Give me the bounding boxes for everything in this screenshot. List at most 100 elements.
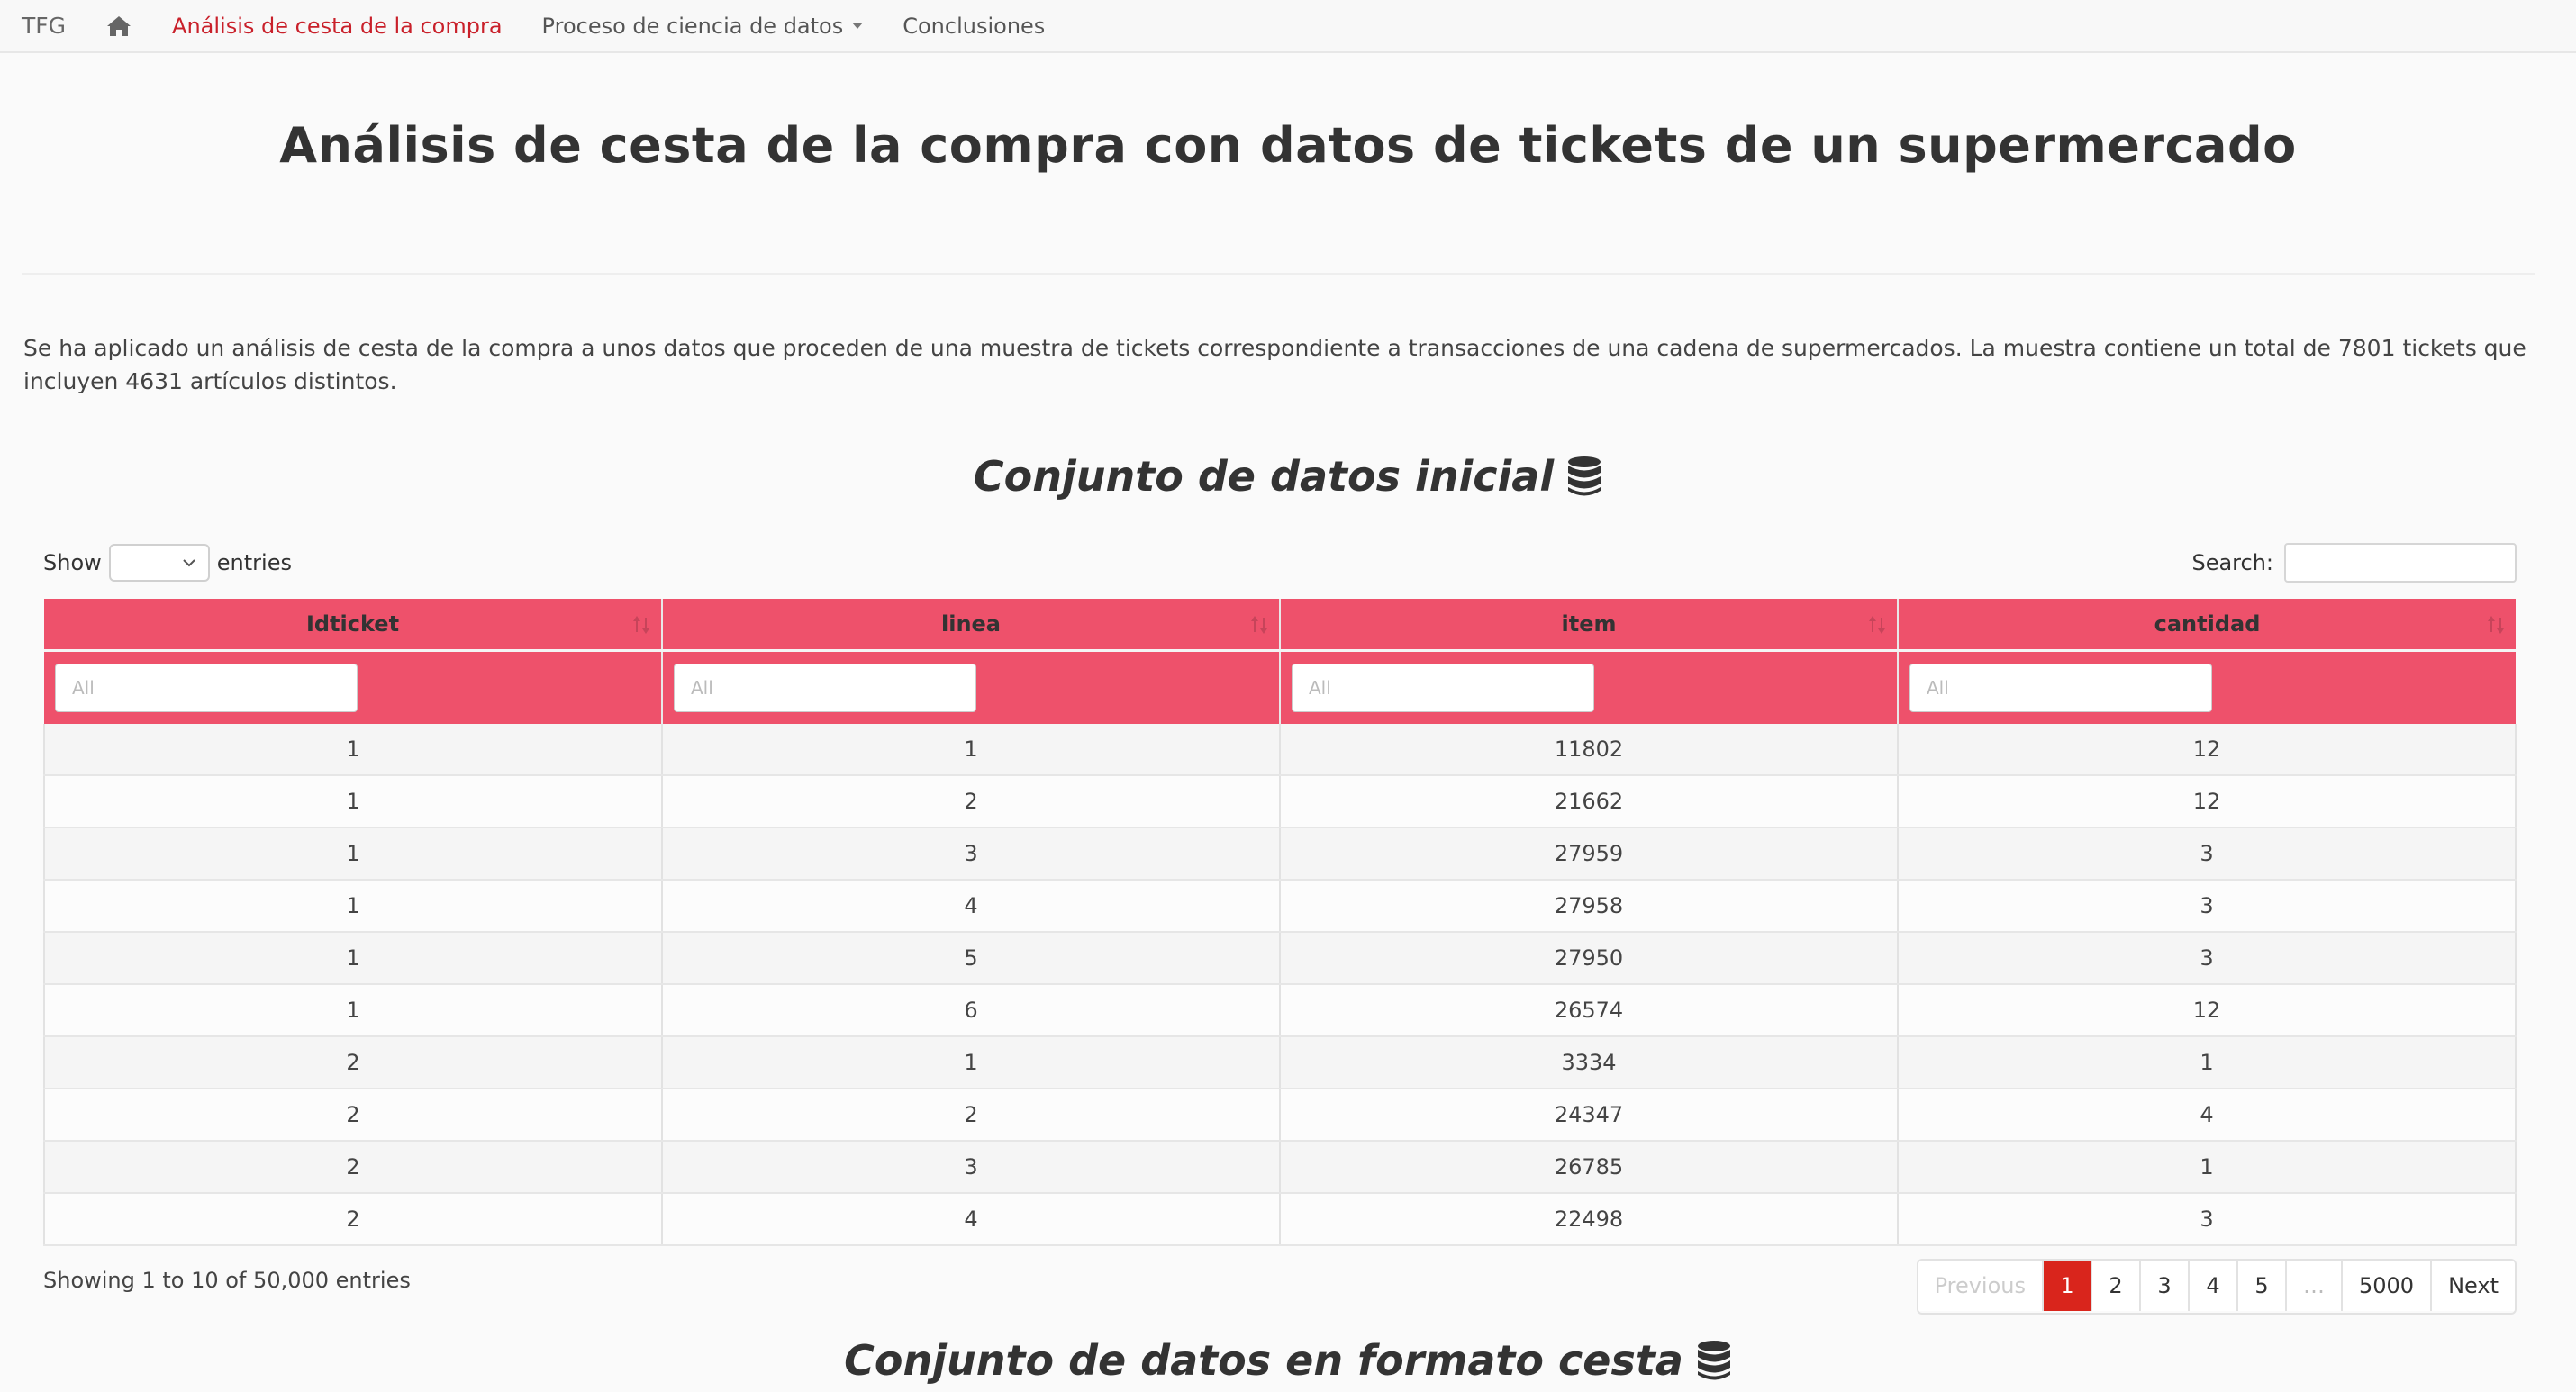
sort-icon <box>2488 616 2504 634</box>
table-cell: 2 <box>44 1141 663 1194</box>
page-button-1[interactable]: 1 <box>2044 1261 2092 1311</box>
length-control: Show entries <box>43 542 292 583</box>
table-cell: 27959 <box>1280 827 1899 881</box>
table-cell: 3 <box>1898 827 2516 881</box>
entries-label: entries <box>216 550 292 575</box>
table-cell: 5 <box>662 932 1281 985</box>
column-header-idticket[interactable]: Idticket <box>44 599 663 651</box>
table-cell: 4 <box>662 1193 1281 1246</box>
filter-cell: All <box>44 649 663 724</box>
section-title-initial: Conjunto de datos inicial <box>0 452 2576 501</box>
table-cell: 1 <box>1898 1141 2516 1194</box>
table-cell: 3334 <box>1280 1036 1899 1089</box>
database-icon <box>1568 456 1601 496</box>
column-header-label: linea <box>940 611 1001 637</box>
table-cell: 12 <box>1898 984 2516 1037</box>
page-button-2[interactable]: 2 <box>2092 1261 2141 1311</box>
nav-item-proceso-label: Proceso de ciencia de datos <box>541 13 844 39</box>
section-title-basket: Conjunto de datos en formato cesta <box>0 1336 2576 1385</box>
section-title-basket-label: Conjunto de datos en formato cesta <box>844 1336 1683 1385</box>
table-row: 1 5 27950 3 <box>44 932 2516 985</box>
nav-item-conclusiones[interactable]: Conclusiones <box>903 14 1045 39</box>
table-cell: 4 <box>1898 1089 2516 1142</box>
search-input[interactable] <box>2284 543 2517 583</box>
intro-paragraph: Se ha aplicado un análisis de cesta de l… <box>23 335 2526 394</box>
table-cell: 2 <box>44 1089 663 1142</box>
database-icon <box>1697 1341 1730 1380</box>
table-info: Showing 1 to 10 of 50,000 entries <box>43 1268 411 1293</box>
page-button-4[interactable]: 4 <box>2190 1261 2238 1311</box>
table-cell: 2 <box>44 1036 663 1089</box>
column-header-label: item <box>1561 611 1617 637</box>
table-row: 2 1 3334 1 <box>44 1036 2516 1089</box>
page-button-3[interactable]: 3 <box>2141 1261 2190 1311</box>
divider <box>22 273 2535 275</box>
data-table: Idticket linea item cantidad All All All… <box>43 599 2517 1246</box>
table-row: 1 4 27958 3 <box>44 880 2516 933</box>
table-cell: 12 <box>1898 724 2516 776</box>
pagination-ellipsis: … <box>2287 1261 2343 1311</box>
column-header-item[interactable]: item <box>1280 599 1899 651</box>
sort-icon <box>1251 616 1267 634</box>
chevron-down-icon <box>183 559 195 567</box>
sort-icon <box>633 616 649 634</box>
pagination: Previous 1 2 3 4 5 … 5000 Next <box>1916 1259 2517 1315</box>
filter-row: All All All All <box>44 649 2516 724</box>
search-label: Search: <box>2191 550 2273 575</box>
table-cell: 1 <box>44 775 663 828</box>
table-row: 2 4 22498 3 <box>44 1193 2516 1246</box>
brand[interactable]: TFG <box>22 13 66 39</box>
table-cell: 21662 <box>1280 775 1899 828</box>
table-cell: 26574 <box>1280 984 1899 1037</box>
table-cell: 3 <box>1898 932 2516 985</box>
nav-item-proceso[interactable]: Proceso de ciencia de datos <box>542 14 864 39</box>
filter-input-cantidad[interactable]: All <box>1909 664 2212 712</box>
table-row: 1 6 26574 12 <box>44 984 2516 1037</box>
table-row: 2 3 26785 1 <box>44 1141 2516 1194</box>
show-label: Show <box>43 550 102 575</box>
table-row: 1 1 11802 12 <box>44 724 2516 776</box>
table-cell: 2 <box>44 1193 663 1246</box>
page-title: Análisis de cesta de la compra con datos… <box>279 117 2297 174</box>
table-cell: 27950 <box>1280 932 1899 985</box>
table-cell: 3 <box>1898 1193 2516 1246</box>
table-cell: 1 <box>44 880 663 933</box>
page-button-last[interactable]: 5000 <box>2343 1261 2433 1311</box>
table-cell: 27958 <box>1280 880 1899 933</box>
table-cell: 3 <box>1898 880 2516 933</box>
table-row: 1 2 21662 12 <box>44 775 2516 828</box>
next-button[interactable]: Next <box>2432 1261 2515 1311</box>
header-row: Idticket linea item cantidad <box>44 599 2516 651</box>
home-icon[interactable] <box>105 14 132 38</box>
table-cell: 1 <box>44 724 663 776</box>
search-control: Search: <box>2191 542 2517 583</box>
column-header-linea[interactable]: linea <box>662 599 1281 651</box>
table-cell: 1 <box>662 1036 1281 1089</box>
table-cell: 12 <box>1898 775 2516 828</box>
column-header-label: cantidad <box>2154 611 2261 637</box>
filter-input-idticket[interactable]: All <box>55 664 358 712</box>
table-cell: 24347 <box>1280 1089 1899 1142</box>
caret-down-icon <box>852 23 864 29</box>
table-cell: 1 <box>662 724 1281 776</box>
table-row: 1 3 27959 3 <box>44 827 2516 881</box>
table-cell: 22498 <box>1280 1193 1899 1246</box>
filter-input-linea[interactable]: All <box>674 664 976 712</box>
entries-select[interactable] <box>108 544 210 582</box>
table-cell: 1 <box>44 932 663 985</box>
table-cell: 3 <box>662 1141 1281 1194</box>
table-cell: 4 <box>662 880 1281 933</box>
table-cell: 1 <box>44 984 663 1037</box>
filter-input-item[interactable]: All <box>1292 664 1594 712</box>
column-header-label: Idticket <box>305 611 400 637</box>
filter-cell: All <box>1898 649 2516 724</box>
table-cell: 2 <box>662 1089 1281 1142</box>
section-title-initial-label: Conjunto de datos inicial <box>973 452 1555 501</box>
previous-button[interactable]: Previous <box>1918 1261 2044 1311</box>
filter-cell: All <box>662 649 1281 724</box>
table-cell: 26785 <box>1280 1141 1899 1194</box>
column-header-cantidad[interactable]: cantidad <box>1898 599 2516 651</box>
nav-item-cesta[interactable]: Análisis de cesta de la compra <box>172 14 503 39</box>
table-cell: 3 <box>662 827 1281 881</box>
page-button-5[interactable]: 5 <box>2238 1261 2287 1311</box>
